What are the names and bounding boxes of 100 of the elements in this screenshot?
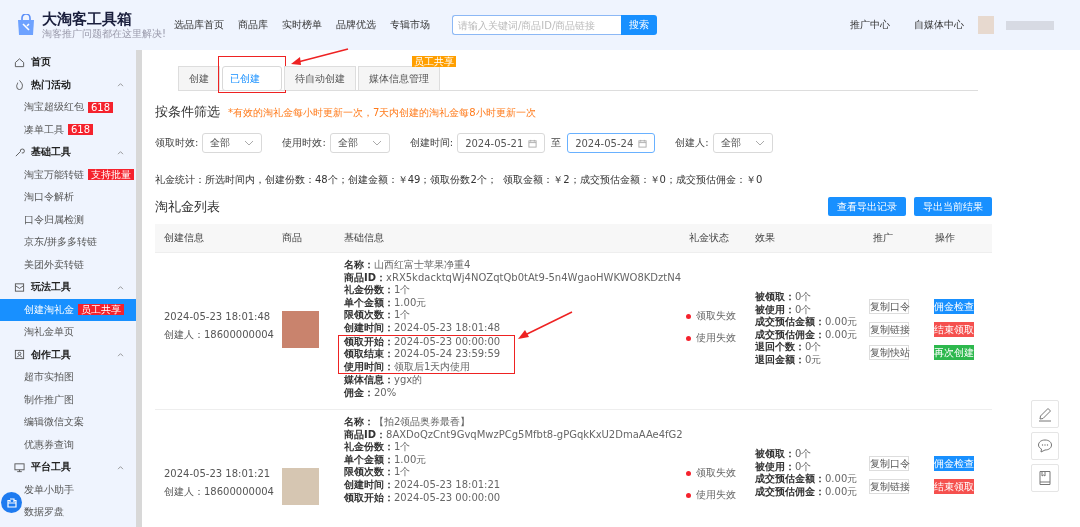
sidebar-section[interactable]: 基础工具 bbox=[0, 141, 136, 164]
nav-link[interactable]: 品牌优选 bbox=[336, 18, 376, 32]
tab[interactable]: 创建 bbox=[178, 66, 220, 90]
photo-placeholder bbox=[282, 468, 319, 505]
picture-icon bbox=[14, 349, 25, 361]
filter-label: 使用时效: bbox=[282, 136, 326, 150]
created-time: 2024-05-23 18:01:21 bbox=[164, 468, 272, 479]
sidebar-item[interactable]: 编辑微信文案 bbox=[0, 411, 136, 434]
column-header: 推广 bbox=[872, 231, 894, 245]
nav-link[interactable]: 实时榜单 bbox=[282, 18, 322, 32]
sidebar-item[interactable]: 淘宝万能转链 支持批量 bbox=[0, 163, 136, 186]
summary-text: 礼金统计：所选时间内，创建份数：48个；创建金额：￥49；领取份数2个； 领取金额：￥2；成交预估金额：￥0；成交预估佣金：￥0 bbox=[155, 173, 764, 187]
calendar-icon bbox=[638, 138, 648, 148]
tab[interactable]: 媒体信息管理 bbox=[358, 66, 440, 90]
detail-line: 礼金份数：1个 bbox=[344, 284, 411, 297]
sidebar-section[interactable]: 平台工具 bbox=[0, 456, 136, 479]
sidebar-section[interactable]: 玩法工具 bbox=[0, 276, 136, 299]
section-title: 按条件筛选 bbox=[155, 103, 220, 121]
detail-line: 单个金额：1.00元 bbox=[344, 296, 427, 309]
sidebar-item[interactable]: 京东/拼多多转链 bbox=[0, 231, 136, 254]
sidebar-item[interactable]: 淘礼金单页 bbox=[0, 321, 136, 344]
annotation-arrow bbox=[518, 310, 573, 339]
header-link[interactable]: 推广中心 bbox=[850, 18, 890, 32]
filter-label: 创建人: bbox=[675, 136, 709, 150]
select-field[interactable]: 全部 bbox=[329, 133, 390, 153]
sidebar-item[interactable]: 淘口令解析 bbox=[0, 186, 136, 209]
sidebar-section[interactable]: 热门活动 bbox=[0, 73, 136, 96]
tab[interactable]: 待自动创建 bbox=[284, 66, 356, 90]
detail-line: 礼金份数：1个 bbox=[344, 441, 411, 454]
brand-subtitle: 淘客推广问题都在这里解决! bbox=[42, 28, 166, 40]
home-icon bbox=[14, 56, 25, 68]
copy-button[interactable]: 复制口令 bbox=[869, 456, 909, 471]
select-field[interactable]: 全部 bbox=[202, 133, 263, 153]
detail-line: 创建时间：2024-05-23 18:01:21 bbox=[344, 478, 501, 492]
header-link[interactable]: 自媒体中心 bbox=[914, 18, 964, 32]
detail-line: 领取结束：2024-05-24 23:59:59 bbox=[344, 348, 501, 361]
effect-line: 退回金额：0元 bbox=[755, 353, 823, 367]
column-header: 效果 bbox=[754, 231, 776, 245]
status-text: 领取失效 bbox=[696, 466, 736, 480]
sidebar-item[interactable]: 优惠券查询 bbox=[0, 433, 136, 456]
sidebar-badge: 618 bbox=[68, 124, 94, 136]
effect-line: 成交预估金额：0.00元 bbox=[755, 316, 859, 329]
nav-link[interactable]: 商品库 bbox=[238, 18, 268, 32]
detail-line: 名称：【拍2领品奥券最香】 bbox=[344, 416, 471, 429]
column-header: 基础信息 bbox=[343, 231, 385, 245]
annotation-arrow bbox=[291, 48, 349, 65]
sidebar-item[interactable]: 创建淘礼金 员工共享 bbox=[0, 298, 136, 321]
effect-line: 成交预估金额：0.00元 bbox=[755, 473, 859, 486]
sidebar-item[interactable]: 制作推广图 bbox=[0, 388, 136, 411]
nav-link[interactable]: 专辑市场 bbox=[390, 18, 430, 32]
detail-line: 领取开始：2024-05-23 00:00:00 bbox=[344, 335, 501, 348]
nav-link[interactable]: 选品库首页 bbox=[174, 18, 224, 32]
chat-button[interactable] bbox=[1031, 432, 1059, 460]
copy-button[interactable]: 复制链接 bbox=[869, 479, 909, 494]
detail-line: 佣金：20% bbox=[344, 386, 397, 400]
pencil-icon bbox=[1037, 406, 1053, 422]
brand-title: 大淘客工具箱 bbox=[42, 10, 133, 28]
detail-line: 商品ID：8AXDoQzCnt9GvqMwzPCg5Mfbt8-gPGqkKxU2DmaAAe4fG2 bbox=[344, 428, 683, 441]
sidebar-item[interactable]: 超市实拍图 bbox=[0, 366, 136, 389]
status-text: 领取失效 bbox=[696, 309, 736, 323]
sidebar-item[interactable]: 发单小助手 bbox=[0, 478, 136, 501]
effect-line: 被领取：0个 bbox=[755, 291, 813, 304]
book-icon bbox=[1037, 470, 1053, 486]
flame-icon bbox=[14, 79, 25, 91]
date-field[interactable]: 2024-05-21 bbox=[457, 133, 546, 153]
sidebar-item[interactable]: 凑单工具 618 bbox=[0, 118, 136, 141]
edit-button[interactable] bbox=[1031, 400, 1059, 428]
sidebar-badge: 员工共享 bbox=[78, 304, 124, 316]
column-header: 商品 bbox=[281, 231, 303, 245]
detail-line: 使用时间：领取后1天内使用 bbox=[344, 360, 472, 374]
date-field[interactable]: 2024-05-24 bbox=[567, 133, 656, 153]
monitor-icon bbox=[14, 461, 25, 473]
effect-line: 被使用：0个 bbox=[755, 460, 813, 473]
status-text: 使用失效 bbox=[696, 488, 736, 502]
column-header: 创建信息 bbox=[163, 231, 205, 245]
select-field[interactable]: 全部 bbox=[712, 133, 773, 153]
list-title: 淘礼金列表 bbox=[155, 197, 220, 216]
chat-icon bbox=[1037, 438, 1053, 454]
chevron-down-icon bbox=[244, 140, 255, 146]
sidebar-item[interactable]: 数据罗盘 bbox=[0, 501, 136, 524]
book-button[interactable] bbox=[1031, 464, 1059, 492]
copy-button[interactable]: 复制链接 bbox=[869, 322, 909, 337]
sidebar-section[interactable]: 创作工具 bbox=[0, 343, 136, 366]
sidebar-item[interactable]: 淘宝超级红包 618 bbox=[0, 96, 136, 119]
blurred-username bbox=[1006, 20, 1054, 30]
detail-line: 商品ID：xRX5kdacktqWj4NOZqtQb0tAt9-5n4WgaoHWKWO8KDztN4 bbox=[344, 271, 682, 284]
effect-line: 成交预估佣金：0.00元 bbox=[755, 485, 859, 499]
detail-line: 领取开始：2024-05-23 00:00:00 bbox=[344, 491, 501, 505]
creator-text: 创建人：18600000004 bbox=[164, 485, 273, 499]
detail-line: 限领次数：1个 bbox=[344, 309, 411, 322]
update-note: *有效的淘礼金每小时更新一次，7天内创建的淘礼金每8小时更新一次 bbox=[228, 106, 536, 120]
sidebar-section[interactable]: 首页 bbox=[0, 51, 136, 74]
sidebar-item[interactable]: 美团外卖转链 bbox=[0, 253, 136, 276]
copy-button[interactable]: 复制快站 bbox=[869, 345, 909, 360]
copy-button[interactable]: 复制口令 bbox=[869, 299, 909, 314]
detail-line: 名称：山西红富士苹果净重4 bbox=[344, 259, 471, 272]
creator-text: 创建人：18600000004 bbox=[164, 328, 273, 342]
wrench-icon bbox=[14, 146, 25, 158]
sidebar-item[interactable]: 口令归属检测 bbox=[0, 208, 136, 231]
tab-badge: 员工共享 bbox=[412, 56, 456, 67]
